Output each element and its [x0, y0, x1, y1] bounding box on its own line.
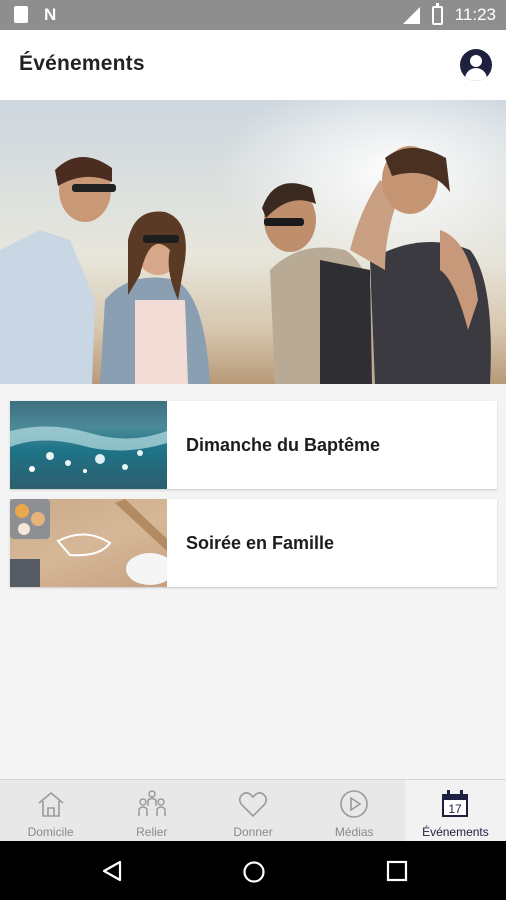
- people-icon: [138, 790, 166, 816]
- nav-label: Relier: [136, 825, 168, 839]
- home-circle-icon: [243, 861, 265, 883]
- friends-photo: [0, 100, 506, 384]
- page-title: Événements: [19, 52, 145, 75]
- notification-document-icon: [14, 6, 28, 23]
- nav-item-medias[interactable]: Médias: [304, 780, 405, 841]
- home-icon: [38, 791, 64, 817]
- recents-button[interactable]: [386, 860, 408, 887]
- nav-item-donner[interactable]: Donner: [202, 780, 303, 841]
- back-triangle-icon: [102, 860, 122, 882]
- calendar-icon: 17: [442, 790, 469, 817]
- status-bar: N 11:23: [0, 0, 506, 30]
- nav-item-relier[interactable]: Relier: [101, 780, 202, 841]
- nav-label: Donner: [233, 825, 273, 839]
- event-thumbnail: [10, 401, 167, 489]
- nav-label: Domicile: [27, 825, 74, 839]
- home-button[interactable]: [242, 860, 266, 889]
- event-title: Soirée en Famille: [186, 533, 335, 553]
- notification-n-icon: N: [44, 5, 57, 24]
- profile-button[interactable]: [460, 49, 492, 81]
- hero-image: [0, 100, 506, 384]
- bottom-navigation: Domicile Relier Donner Médias 17 Événeme…: [0, 779, 506, 841]
- event-title: Dimanche du Baptême: [186, 435, 381, 455]
- event-thumbnail: [10, 499, 167, 587]
- nav-label: Médias: [334, 825, 374, 839]
- event-card[interactable]: Soirée en Famille: [10, 499, 497, 587]
- nav-label: Événements: [422, 825, 489, 839]
- nav-item-domicile[interactable]: Domicile: [0, 780, 101, 841]
- play-icon: [340, 790, 369, 818]
- system-navigation-bar: [0, 841, 506, 900]
- calendar-day: 17: [449, 802, 463, 816]
- event-card[interactable]: Dimanche du Baptême: [10, 401, 497, 489]
- heart-icon: [238, 792, 268, 818]
- app-header: Événements: [0, 30, 506, 100]
- recents-square-icon: [386, 860, 408, 882]
- nav-item-evenements[interactable]: 17 Événements: [404, 780, 506, 841]
- battery-icon: [431, 2, 443, 25]
- status-time: 11:23: [454, 5, 496, 24]
- back-button[interactable]: [101, 860, 123, 887]
- user-icon: [470, 55, 482, 67]
- signal-icon: [402, 6, 420, 24]
